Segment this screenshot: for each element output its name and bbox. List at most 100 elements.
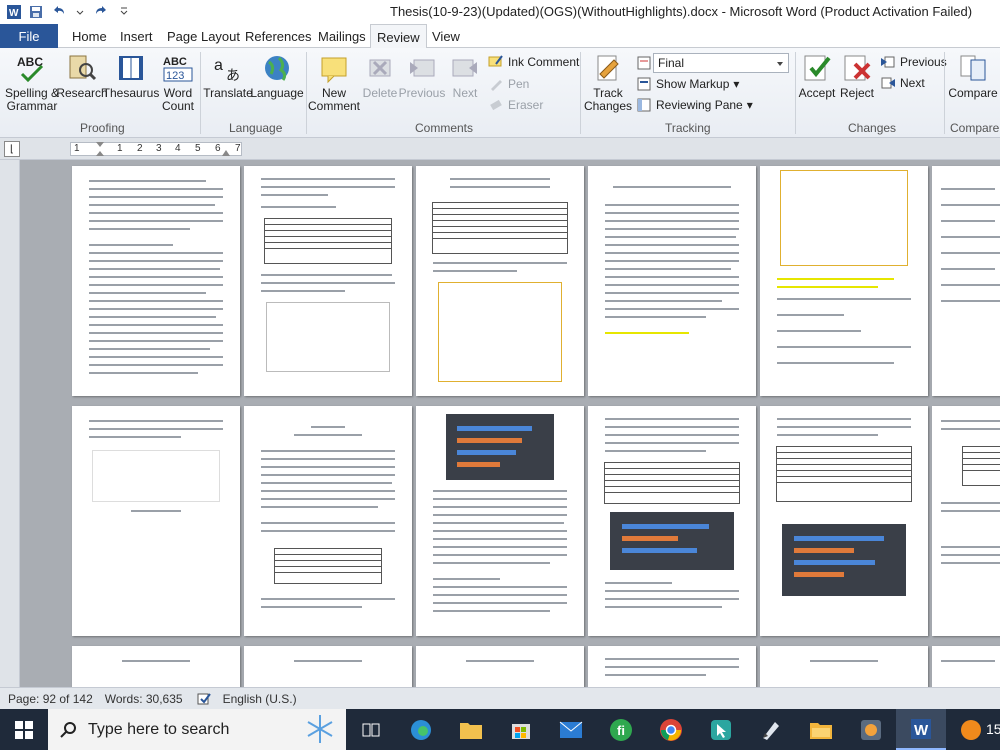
pen-button[interactable]: Pen — [488, 75, 529, 93]
group-label-changes: Changes — [848, 121, 897, 135]
taskbar-search-box[interactable]: Type here to search — [48, 709, 346, 750]
document-page[interactable] — [244, 166, 412, 396]
document-page[interactable] — [244, 406, 412, 636]
file-manager-button[interactable] — [796, 709, 846, 750]
document-page[interactable] — [760, 166, 928, 396]
tab-home[interactable]: Home — [66, 24, 113, 48]
document-canvas[interactable] — [0, 160, 1000, 687]
tab-page-layout[interactable]: Page Layout — [161, 24, 246, 48]
research-button[interactable]: Research — [56, 52, 108, 100]
previous-comment-button[interactable]: Previous — [399, 52, 445, 100]
right-indent-marker-icon[interactable] — [221, 149, 231, 157]
tab-review[interactable]: Review — [370, 24, 427, 49]
window-title: Thesis(10-9-23)(Updated)(OGS)(WithoutHig… — [390, 4, 973, 19]
table — [604, 462, 740, 504]
indent-marker-icon[interactable] — [95, 141, 105, 157]
word-count-button[interactable]: ABC 123 Word Count — [158, 52, 198, 113]
next-comment-button[interactable]: Next — [446, 52, 484, 100]
document-page[interactable] — [416, 406, 584, 636]
document-page[interactable] — [72, 406, 240, 636]
figure-diagram — [438, 282, 562, 382]
title-bar: W Thesis(10-9-23)(Updated)(OGS)(WithoutH… — [0, 0, 1000, 24]
app-f-button[interactable]: fi — [596, 709, 646, 750]
tab-selector-button[interactable]: ⌊ — [4, 141, 20, 157]
tab-insert[interactable]: Insert — [114, 24, 159, 48]
word-count-status[interactable]: Words: 30,635 — [105, 692, 183, 706]
tab-file[interactable]: File — [0, 24, 58, 48]
table — [264, 218, 392, 264]
word-taskbar-button[interactable]: W — [896, 709, 946, 750]
undo-icon[interactable] — [50, 4, 66, 20]
thesaurus-icon — [119, 56, 143, 80]
document-page[interactable] — [588, 166, 756, 396]
document-page[interactable] — [416, 166, 584, 396]
document-page[interactable] — [760, 646, 928, 687]
pen-app-button[interactable] — [746, 709, 796, 750]
tab-view[interactable]: View — [426, 24, 466, 48]
previous-change-button[interactable]: Previous — [880, 53, 947, 71]
task-view-button[interactable] — [346, 709, 396, 750]
file-explorer-button[interactable] — [446, 709, 496, 750]
horizontal-ruler[interactable]: 1 1 2 3 4 5 6 7 — [70, 142, 242, 156]
markup-display-select[interactable]: Final — [653, 53, 789, 73]
redo-icon[interactable] — [94, 4, 110, 20]
group-label-comments: Comments — [415, 121, 474, 135]
language-button[interactable]: Language — [250, 52, 304, 100]
media-app-button[interactable] — [846, 709, 896, 750]
show-markup-button[interactable]: Show Markup ▾ — [636, 75, 739, 93]
start-button[interactable] — [0, 709, 48, 750]
proofing-errors-icon[interactable] — [197, 692, 211, 706]
figure-diagram — [92, 450, 220, 502]
chrome-button[interactable] — [646, 709, 696, 750]
store-icon — [512, 723, 530, 739]
reject-button[interactable]: Reject — [838, 52, 876, 100]
track-changes-button[interactable]: Track Changes — [582, 52, 634, 113]
tab-references[interactable]: References — [239, 24, 317, 48]
document-page[interactable] — [932, 406, 1000, 636]
chevron-down-icon: ▾ — [746, 98, 753, 112]
document-page[interactable] — [244, 646, 412, 687]
document-page[interactable] — [932, 646, 1000, 687]
tab-mailings[interactable]: Mailings — [312, 24, 372, 48]
next-change-button[interactable]: Next — [880, 74, 925, 92]
delete-comment-button[interactable]: Delete — [360, 52, 400, 100]
ribbon-tabs: File Home Insert Page Layout References … — [0, 24, 1000, 49]
cursor-app-button[interactable] — [696, 709, 746, 750]
document-page[interactable] — [72, 646, 240, 687]
cursor-app-icon — [711, 719, 731, 740]
group-separator — [795, 52, 796, 134]
document-page[interactable] — [416, 646, 584, 687]
eraser-button[interactable]: Eraser — [488, 96, 543, 114]
save-icon[interactable] — [28, 4, 44, 20]
document-page[interactable] — [588, 406, 756, 636]
translate-button[interactable]: aあ Translate — [203, 52, 253, 100]
document-page[interactable] — [760, 406, 928, 636]
ruler-bar: ⌊ 1 1 2 3 4 5 6 7 — [0, 138, 1000, 160]
thesaurus-button[interactable]: Thesaurus — [103, 52, 159, 100]
accept-button[interactable]: Accept — [798, 52, 836, 100]
delete-comment-icon — [369, 59, 391, 77]
svg-text:W: W — [914, 722, 929, 739]
page-count-status[interactable]: Page: 92 of 142 — [8, 692, 93, 706]
vertical-ruler[interactable] — [0, 160, 20, 687]
spelling-grammar-button[interactable]: ABC Spelling & Grammar — [4, 52, 60, 113]
ink-comment-button[interactable]: Ink Comment — [488, 53, 579, 71]
customize-qat-icon[interactable] — [116, 4, 132, 20]
group-separator — [580, 52, 581, 134]
store-button[interactable] — [496, 709, 546, 750]
next-comment-icon — [452, 59, 477, 77]
document-page[interactable] — [72, 166, 240, 396]
group-label-proofing: Proofing — [80, 121, 125, 135]
media-app-icon — [861, 719, 881, 740]
document-page[interactable] — [932, 166, 1000, 396]
mail-button[interactable] — [546, 709, 596, 750]
word-app-icon[interactable]: W — [6, 4, 22, 20]
chevron-down-icon[interactable] — [72, 4, 88, 20]
reviewing-pane-button[interactable]: Reviewing Pane ▾ — [636, 96, 753, 114]
table — [432, 202, 568, 254]
language-status[interactable]: English (U.S.) — [223, 692, 297, 706]
compare-button[interactable]: Compare — [946, 52, 1000, 100]
edge-button[interactable] — [396, 709, 446, 750]
new-comment-button[interactable]: New Comment — [308, 52, 360, 113]
document-page[interactable] — [588, 646, 756, 687]
